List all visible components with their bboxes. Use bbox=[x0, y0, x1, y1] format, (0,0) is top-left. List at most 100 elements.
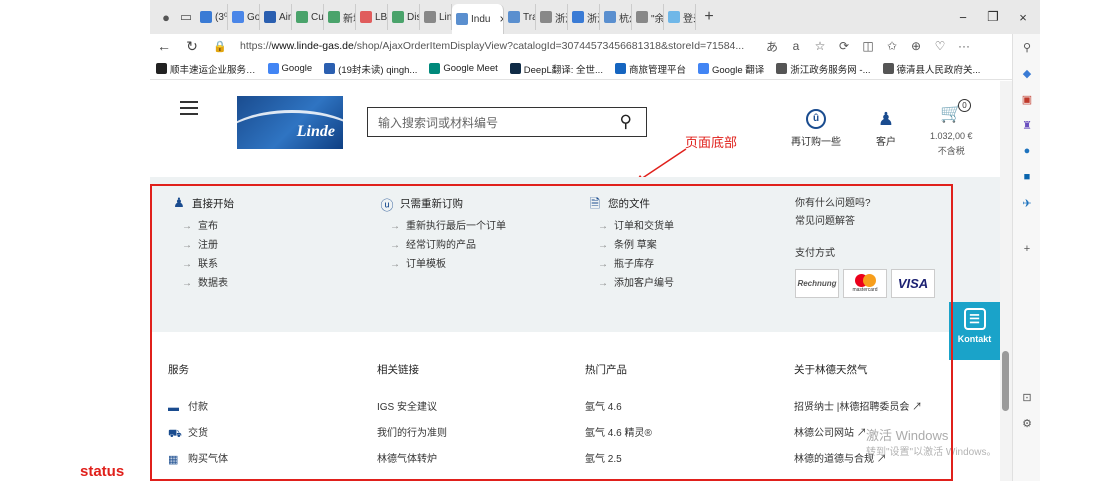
browser-tab[interactable]: Airg bbox=[260, 4, 292, 30]
footer-link[interactable]: 我们的行为准则 bbox=[377, 421, 577, 447]
document-icon: 🗎 bbox=[589, 196, 601, 211]
more-menu-icon[interactable]: ··· bbox=[952, 39, 976, 53]
person-icon: ♟ bbox=[173, 195, 185, 210]
footer-link[interactable]: → 联系 bbox=[172, 255, 372, 274]
footer-link[interactable]: → 重新执行最后一个订单 bbox=[380, 217, 580, 236]
games-icon[interactable]: ♜ bbox=[1013, 112, 1041, 138]
bookmark-item[interactable]: DeepL翻译: 全世... bbox=[509, 62, 603, 76]
office-icon[interactable]: ● bbox=[1013, 138, 1041, 164]
delivery-link[interactable]: ⛟ 交货 bbox=[168, 421, 368, 447]
footer-link[interactable]: IGS 安全建议 bbox=[377, 395, 577, 421]
settings-icon[interactable]: ⚙ bbox=[1013, 410, 1041, 436]
browser-tab[interactable]: Cust bbox=[292, 4, 324, 30]
faq-link[interactable]: 常见问题解答 bbox=[795, 213, 995, 231]
footer-link[interactable]: → 注册 bbox=[172, 236, 372, 255]
bookmark-label: 浙江政务服务网 -... bbox=[790, 64, 871, 76]
footer-link[interactable]: 氩气 4.6 精灵® bbox=[585, 421, 785, 447]
bookmark-icon bbox=[882, 63, 894, 74]
footer-link[interactable]: → 经常订购的产品 bbox=[380, 236, 580, 255]
visa-logo: VISA bbox=[891, 269, 935, 298]
collections-icon[interactable]: ⊕ bbox=[904, 39, 928, 53]
browser-tab[interactable]: Indu× bbox=[452, 4, 504, 34]
browser-tab[interactable]: Goo( bbox=[228, 4, 260, 30]
browser-tab[interactable]: 浙江 bbox=[568, 4, 600, 30]
bookmark-item[interactable]: Google Meet bbox=[429, 63, 498, 74]
extensions-icon[interactable]: ⟳ bbox=[832, 39, 856, 53]
browser-tab[interactable]: 新增 bbox=[324, 4, 356, 30]
url-field[interactable]: https://www.linde-gas.de/shop/AjaxOrderI… bbox=[240, 40, 760, 52]
performance-icon[interactable]: ♡ bbox=[928, 39, 952, 53]
browser-tab[interactable]: 登录 bbox=[664, 4, 696, 30]
screenshot-icon[interactable]: ⊡ bbox=[1013, 384, 1041, 410]
footer-link[interactable]: → 订单和交货单 bbox=[588, 217, 788, 236]
tab-favicon bbox=[636, 11, 648, 23]
bookmark-item[interactable]: Google bbox=[267, 63, 312, 74]
footer-link[interactable]: → 瓶子库存 bbox=[588, 255, 788, 274]
scrollbar-thumb[interactable] bbox=[1002, 351, 1009, 411]
footer-link[interactable]: → 条例 草案 bbox=[588, 236, 788, 255]
customer-button[interactable]: ♟ 客户 bbox=[876, 109, 896, 148]
tab-favicon bbox=[604, 11, 616, 23]
linde-logo[interactable]: Linde bbox=[237, 96, 343, 149]
browser-tab[interactable]: 杭州 bbox=[600, 4, 632, 30]
split-screen-icon[interactable]: ◫ bbox=[856, 39, 880, 53]
bookmark-item[interactable]: Google 翻译 bbox=[697, 62, 764, 76]
cart-button[interactable]: 🛒 0 1.032,00 € 不含税 bbox=[930, 99, 973, 157]
building-icon: ▦ bbox=[168, 454, 179, 466]
footer-link[interactable]: 林德气体转炉 bbox=[377, 447, 577, 473]
payment-link[interactable]: ▬ 付款 bbox=[168, 395, 368, 421]
briefcase-icon[interactable]: ▣ bbox=[1013, 86, 1041, 112]
footer-link[interactable]: → 数据表 bbox=[172, 274, 372, 293]
bookmark-item[interactable]: 浙江政务服务网 -... bbox=[776, 62, 871, 76]
profile-icon[interactable]: ● bbox=[156, 7, 176, 27]
send-icon[interactable]: ✈ bbox=[1013, 190, 1041, 216]
restore-button[interactable]: ❐ bbox=[978, 0, 1008, 34]
hamburger-menu-icon[interactable] bbox=[180, 101, 198, 115]
browser-tab[interactable]: Lind bbox=[420, 4, 452, 30]
footer-link[interactable]: 氩气 4.6 bbox=[585, 395, 785, 421]
new-tab-button[interactable]: + bbox=[696, 8, 722, 26]
footer-link[interactable]: 氩气 2.5 bbox=[585, 447, 785, 473]
arrow-right-icon: → bbox=[182, 240, 192, 251]
footer-link[interactable]: 招贤纳士 |林德招聘委员会 ↗ bbox=[794, 395, 994, 421]
rechnung-logo: Rechnung bbox=[795, 269, 839, 298]
refresh-icon[interactable]: ↻ bbox=[178, 38, 206, 55]
tag-icon[interactable]: ◆ bbox=[1013, 60, 1041, 86]
read-aloud-icon[interactable]: a bbox=[784, 39, 808, 53]
buy-gas-link[interactable]: ▦ 购买气体 bbox=[168, 447, 368, 473]
workspaces-icon[interactable]: ▭ bbox=[176, 7, 196, 27]
bookmark-item[interactable]: 顺丰速运企业服务… bbox=[156, 62, 256, 76]
outlook-icon[interactable]: ■ bbox=[1013, 164, 1041, 190]
lock-icon[interactable]: 🔒 bbox=[206, 40, 234, 53]
browser-tab[interactable]: Distr bbox=[388, 4, 420, 30]
reorder-button[interactable]: û 再订购一些 bbox=[791, 109, 841, 148]
browser-tab[interactable]: LBU bbox=[356, 4, 388, 30]
tab-label: 浙江 bbox=[555, 13, 567, 25]
footer-link[interactable]: → 添加客户编号 bbox=[588, 274, 788, 293]
browser-tab[interactable]: (3⁰ bbox=[196, 4, 228, 30]
page-scrollbar[interactable] bbox=[1000, 81, 1012, 481]
tab-label: (3⁰ bbox=[215, 11, 228, 23]
favorites-bar-icon[interactable]: ✩ bbox=[880, 39, 904, 53]
kontakt-button[interactable]: ☰ Kontakt bbox=[949, 302, 1000, 360]
tab-label: Tran bbox=[523, 11, 535, 23]
close-window-button[interactable]: × bbox=[1008, 0, 1038, 34]
browser-tab[interactable]: 浙江 bbox=[536, 4, 568, 30]
search-icon[interactable]: ⚲ bbox=[1013, 34, 1041, 60]
favorite-icon[interactable]: ☆ bbox=[808, 39, 832, 53]
bookmark-item[interactable]: 德清县人民政府关... bbox=[882, 62, 980, 76]
back-icon[interactable]: ← bbox=[150, 38, 178, 54]
minimize-button[interactable]: − bbox=[948, 0, 978, 34]
footer-link[interactable]: → 宣布 bbox=[172, 217, 372, 236]
bookmark-item[interactable]: (19封未读) qingh... bbox=[324, 62, 417, 76]
browser-tab[interactable]: Tran bbox=[504, 4, 536, 30]
add-icon[interactable]: + bbox=[1013, 236, 1041, 262]
search-icon[interactable]: ⚲ bbox=[620, 112, 632, 132]
translate-icon[interactable]: あ bbox=[760, 38, 784, 55]
wallet-icon: ▬ bbox=[168, 402, 179, 414]
footer-link[interactable]: → 订单模板 bbox=[380, 255, 580, 274]
bookmark-item[interactable]: 商旅管理平台 bbox=[614, 62, 686, 76]
browser-tab[interactable]: "余… bbox=[632, 4, 664, 30]
search-input[interactable]: 输入搜索词或材料编号 ⚲ bbox=[367, 107, 647, 137]
bookmark-icon bbox=[156, 63, 167, 74]
